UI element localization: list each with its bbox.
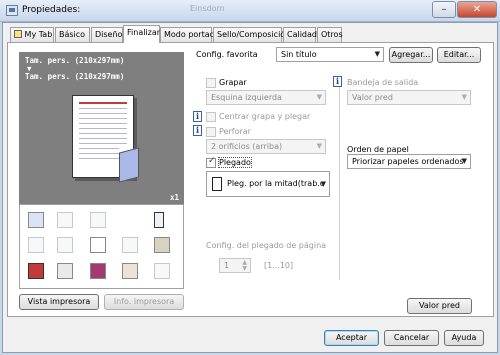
output-tray-value: Valor pred	[352, 93, 393, 102]
sheets-icon[interactable]	[57, 237, 73, 253]
staple-label: Grapar	[219, 78, 247, 87]
fold-option-select[interactable]: Pleg. por la mitad(trab.c ▼	[206, 171, 330, 197]
paper-order-value: Priorizar papeles ordenados	[352, 157, 464, 166]
fold-checkbox[interactable]	[206, 156, 216, 168]
chevron-down-icon: ▼	[316, 142, 322, 150]
minimize-icon: –	[441, 4, 447, 15]
chevron-down-icon: ▼	[461, 93, 467, 101]
fold-label: Plegado	[218, 157, 252, 168]
favorites-select[interactable]: Sin título ▼	[276, 47, 384, 62]
tab-label: Básico	[59, 30, 86, 39]
staple-position-value: Esquina izquierda	[211, 93, 282, 102]
tab-sello-composicion[interactable]: Sello/Composición	[213, 27, 290, 42]
staple-checkbox[interactable]	[206, 78, 216, 88]
add-favorite-button[interactable]: Agregar...	[389, 47, 433, 63]
copies-count: x1	[170, 193, 180, 202]
my-tab-icon	[14, 30, 22, 38]
copy-icon[interactable]	[90, 212, 106, 228]
tab-label: Modo portada	[164, 30, 220, 39]
page-header-bar	[79, 102, 127, 104]
favorites-label: Config. favorita	[196, 50, 258, 59]
paper-order-select[interactable]: Priorizar papeles ordenados ▼	[347, 154, 471, 169]
finishing-icon-grid	[19, 204, 184, 289]
tab-otros[interactable]: Otros	[317, 27, 343, 42]
users-icon[interactable]	[90, 263, 106, 279]
fold-pages-value: 1	[224, 261, 230, 270]
close-button[interactable]: ✕	[457, 1, 497, 18]
columns-icon[interactable]	[122, 237, 138, 253]
chevron-down-icon: ▼	[374, 50, 380, 58]
tab-diseno[interactable]: Diseño	[91, 27, 123, 42]
fold-indicator-icon	[119, 147, 139, 183]
paper-size-original: Tam. pers. (210x297mm)	[25, 56, 125, 65]
staple-position-select[interactable]: Esquina izquierda ▼	[206, 90, 326, 105]
tab-calidad[interactable]: Calidad	[283, 27, 317, 42]
settings-page-icon[interactable]	[122, 263, 138, 279]
tab-label: Finalizar	[127, 28, 161, 37]
tab-label: Calidad	[287, 30, 317, 39]
tab-my-tab[interactable]: My Tab	[10, 27, 54, 42]
fold-pages-spinner[interactable]: 1 ▲ ▼	[219, 258, 251, 273]
printer-app-icon	[6, 5, 18, 16]
cover-icon[interactable]	[28, 263, 44, 279]
chevron-down-icon: ▼	[320, 180, 326, 188]
tab-label: Sello/Composición	[217, 30, 291, 39]
center-staple-icon[interactable]	[57, 212, 73, 228]
center-staple-label: Centrar grapa y plegar	[219, 112, 311, 121]
half-fold-icon	[212, 177, 222, 191]
defaults-button[interactable]: Valor pred	[407, 298, 472, 314]
tab-basico[interactable]: Básico	[55, 27, 90, 42]
tab-finalizar[interactable]: Finalizar	[123, 25, 160, 43]
user-icon[interactable]	[57, 263, 73, 279]
page-icon[interactable]	[154, 212, 164, 228]
info-icon: i	[193, 125, 202, 136]
fold-option-value: Pleg. por la mitad(trab.c	[227, 179, 325, 188]
chevron-down-icon: ▼	[461, 157, 467, 165]
punch-option-value: 2 orificios (arriba)	[211, 142, 283, 151]
accept-button[interactable]: Aceptar	[324, 330, 379, 346]
stack-icon[interactable]	[28, 237, 44, 253]
chevron-down-icon: ▼	[316, 93, 322, 101]
tab-label: Otros	[321, 30, 343, 39]
tab-label: Diseño	[95, 30, 123, 39]
tab-modo-portada[interactable]: Modo portada	[160, 27, 220, 42]
column-divider	[339, 80, 340, 280]
booklet-icon[interactable]	[154, 237, 170, 253]
output-tray-label: Bandeja de salida	[347, 78, 419, 87]
printer-info-button[interactable]: Info. impresora	[104, 294, 184, 310]
punch-label: Perforar	[219, 127, 251, 136]
staple-icon[interactable]	[28, 212, 44, 228]
window-title-suffix: Einsdorn	[190, 4, 225, 13]
tab-label: My Tab	[24, 30, 53, 39]
fold-pages-label: Config. del plegado de página	[206, 241, 327, 250]
text-page-icon[interactable]	[90, 237, 106, 253]
punch-option-select[interactable]: 2 orificios (arriba) ▼	[206, 139, 326, 154]
fold-pages-range: [1...10]	[264, 261, 294, 270]
paper-size-output: Tam. pers. (210x297mm)	[25, 72, 125, 81]
minimize-button[interactable]: –	[432, 1, 456, 18]
favorites-value: Sin título	[281, 50, 317, 59]
info-icon: i	[193, 111, 202, 122]
help-button[interactable]: Ayuda	[444, 330, 484, 346]
spinner-arrows-icon: ▲ ▼	[242, 259, 247, 272]
list-icon[interactable]	[154, 263, 170, 279]
printer-view-button[interactable]: Vista impresora	[19, 294, 99, 310]
close-icon: ✕	[472, 4, 482, 15]
paper-order-label: Orden de papel	[347, 145, 409, 154]
center-staple-checkbox[interactable]	[206, 112, 216, 122]
edit-favorite-button[interactable]: Editar...	[437, 47, 481, 63]
output-tray-select[interactable]: Valor pred ▼	[347, 90, 471, 105]
window-title: Propiedades:	[22, 5, 81, 15]
punch-checkbox[interactable]	[206, 127, 216, 137]
info-icon: i	[333, 76, 342, 87]
print-preview: Tam. pers. (210x297mm) ▼ Tam. pers. (210…	[19, 52, 184, 204]
cancel-button[interactable]: Cancelar	[384, 330, 439, 346]
